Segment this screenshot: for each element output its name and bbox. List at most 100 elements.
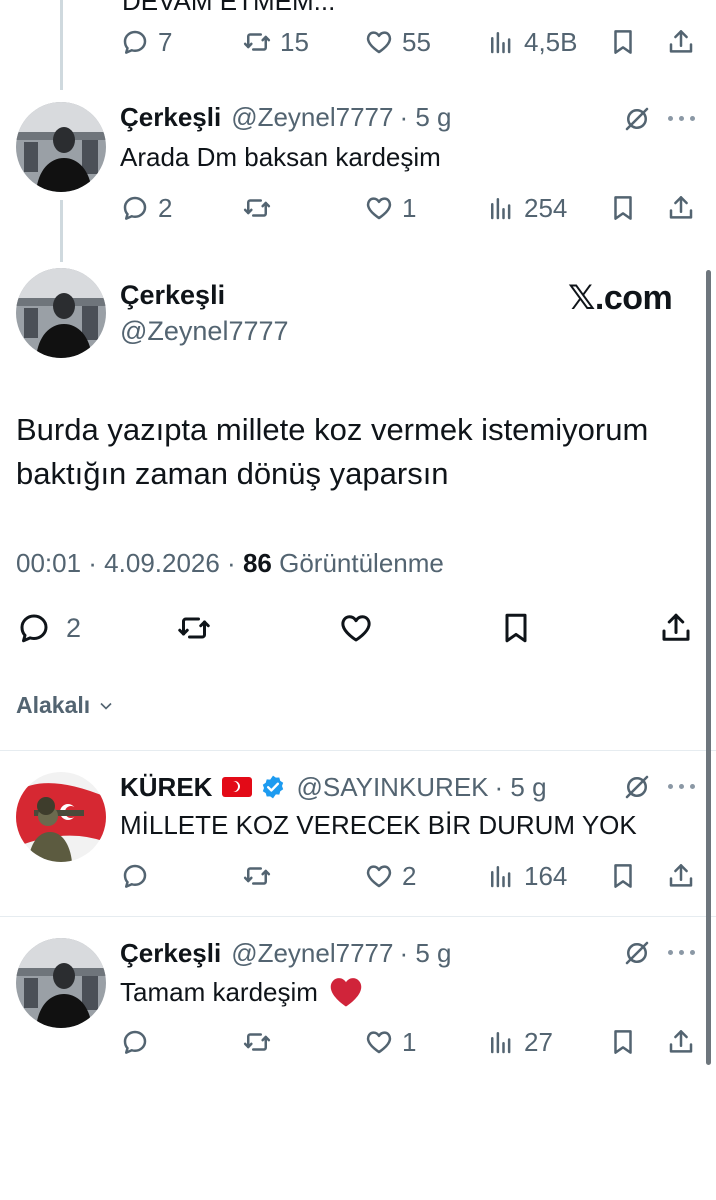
reply-icon xyxy=(120,1027,150,1057)
retweet-button[interactable] xyxy=(242,856,272,896)
share-button[interactable] xyxy=(666,22,696,62)
x-logo-watermark: 𝕏.com xyxy=(568,279,673,317)
view-label: Görüntülenme xyxy=(271,548,444,578)
bookmark-button[interactable] xyxy=(608,856,638,896)
display-name[interactable]: KÜREK xyxy=(120,772,212,803)
reply-text: Tamam kardeşim xyxy=(120,976,318,1007)
like-button[interactable]: 2 xyxy=(364,856,416,896)
timestamp[interactable]: · 5 g xyxy=(399,102,451,133)
divider xyxy=(0,750,716,751)
retweet-button[interactable] xyxy=(242,1022,272,1062)
display-name[interactable]: Çerkeşli xyxy=(120,938,221,969)
tweet-text: Burda yazıpta millete koz vermek istemiy… xyxy=(16,412,649,491)
sort-dropdown[interactable]: Alakalı xyxy=(16,692,116,719)
like-icon xyxy=(364,27,394,57)
timestamp[interactable]: · 5 g xyxy=(495,772,547,803)
chevron-down-icon xyxy=(100,702,112,710)
views-icon xyxy=(486,27,516,57)
reply-icon xyxy=(120,193,150,223)
grok-icon[interactable] xyxy=(622,772,652,802)
reply-icon xyxy=(16,610,52,646)
like-button[interactable]: 55 xyxy=(364,22,431,62)
tweet-meta: 00:01 · 4.09.2026 · 86 Görüntülenme xyxy=(16,548,444,579)
reply-button[interactable] xyxy=(120,856,150,896)
reply-text: MİLLETE KOZ VERECEK BİR DURUM YOK xyxy=(120,810,637,840)
like-button[interactable]: 1 xyxy=(364,1022,416,1062)
bookmark-icon xyxy=(608,861,638,891)
views-icon xyxy=(486,861,516,891)
grok-icon[interactable] xyxy=(622,104,652,134)
display-name[interactable]: Çerkeşli xyxy=(120,102,221,133)
views-button[interactable]: 4,5B xyxy=(486,22,578,62)
bookmark-icon xyxy=(608,193,638,223)
display-name[interactable]: Çerkeşli xyxy=(120,280,225,311)
avatar[interactable] xyxy=(16,268,106,358)
bookmark-button[interactable] xyxy=(608,22,638,62)
timestamp[interactable]: · 5 g xyxy=(399,938,451,969)
like-button[interactable]: 1 xyxy=(364,188,416,228)
divider xyxy=(0,916,716,917)
bookmark-icon xyxy=(608,27,638,57)
retweet-icon xyxy=(242,1027,272,1057)
reply-header: Çerkeşli @Zeynel7777 · 5 g xyxy=(120,102,452,133)
timestamp[interactable]: 00:01 · 4.09.2026 · xyxy=(16,548,243,578)
like-icon xyxy=(338,610,374,646)
share-icon xyxy=(666,1027,696,1057)
like-icon xyxy=(364,1027,394,1057)
views-icon xyxy=(486,193,516,223)
views-button[interactable]: 254 xyxy=(486,188,567,228)
retweet-icon xyxy=(176,610,212,646)
view-count: 86 xyxy=(242,548,272,578)
retweet-button[interactable] xyxy=(242,188,272,228)
share-icon xyxy=(666,193,696,223)
like-icon xyxy=(364,861,394,891)
grok-icon[interactable] xyxy=(622,938,652,968)
more-icon[interactable] xyxy=(668,948,698,958)
bookmark-button[interactable] xyxy=(608,1022,638,1062)
more-icon[interactable] xyxy=(668,114,698,124)
bookmark-icon xyxy=(608,1027,638,1057)
share-icon xyxy=(658,610,694,646)
reply-button[interactable]: 2 xyxy=(16,608,81,648)
share-button[interactable] xyxy=(666,1022,696,1062)
user-handle[interactable]: @Zeynel7777 xyxy=(231,938,393,969)
more-icon[interactable] xyxy=(668,782,698,792)
avatar[interactable] xyxy=(16,938,106,1028)
like-icon xyxy=(364,193,394,223)
share-button[interactable] xyxy=(666,188,696,228)
retweet-icon xyxy=(242,193,272,223)
tweet-actions: 7 15 55 4,5B xyxy=(120,22,700,62)
retweet-button[interactable] xyxy=(176,608,212,648)
tweet-actions: 2 164 xyxy=(120,856,700,896)
views-button[interactable]: 164 xyxy=(486,856,567,896)
bookmark-button[interactable] xyxy=(498,608,534,648)
user-handle[interactable]: @Zeynel7777 xyxy=(231,102,393,133)
reply-button[interactable] xyxy=(120,1022,150,1062)
avatar[interactable] xyxy=(16,772,106,862)
reply-button[interactable]: 7 xyxy=(120,22,172,62)
tweet-actions: 2 xyxy=(16,608,700,652)
retweet-icon xyxy=(242,861,272,891)
tweet-actions: 1 27 xyxy=(120,1022,700,1062)
retweet-button[interactable]: 15 xyxy=(242,22,309,62)
reply-header: Çerkeşli @Zeynel7777 · 5 g xyxy=(120,938,452,969)
flag-icon xyxy=(222,777,253,797)
views-icon xyxy=(486,1027,516,1057)
share-button[interactable] xyxy=(666,856,696,896)
reply-button[interactable]: 2 xyxy=(120,188,172,228)
avatar[interactable] xyxy=(16,102,106,192)
reply-text-container: Tamam kardeşim xyxy=(120,976,364,1008)
user-handle[interactable]: @Zeynel7777 xyxy=(120,316,289,347)
verified-icon xyxy=(263,775,284,799)
heart-emoji-icon xyxy=(330,978,362,1007)
views-button[interactable]: 27 xyxy=(486,1022,553,1062)
share-button[interactable] xyxy=(658,608,694,648)
reply-header: KÜREK @SAYINKUREK · 5 g xyxy=(120,770,547,803)
bookmark-button[interactable] xyxy=(608,188,638,228)
scrollbar[interactable] xyxy=(706,270,711,1065)
thread-line xyxy=(60,0,63,90)
like-button[interactable] xyxy=(338,608,374,648)
truncated-tweet-text: DEVAM ETMEM... xyxy=(122,0,336,16)
reply-icon xyxy=(120,861,150,891)
user-handle[interactable]: @SAYINKUREK xyxy=(296,772,488,803)
